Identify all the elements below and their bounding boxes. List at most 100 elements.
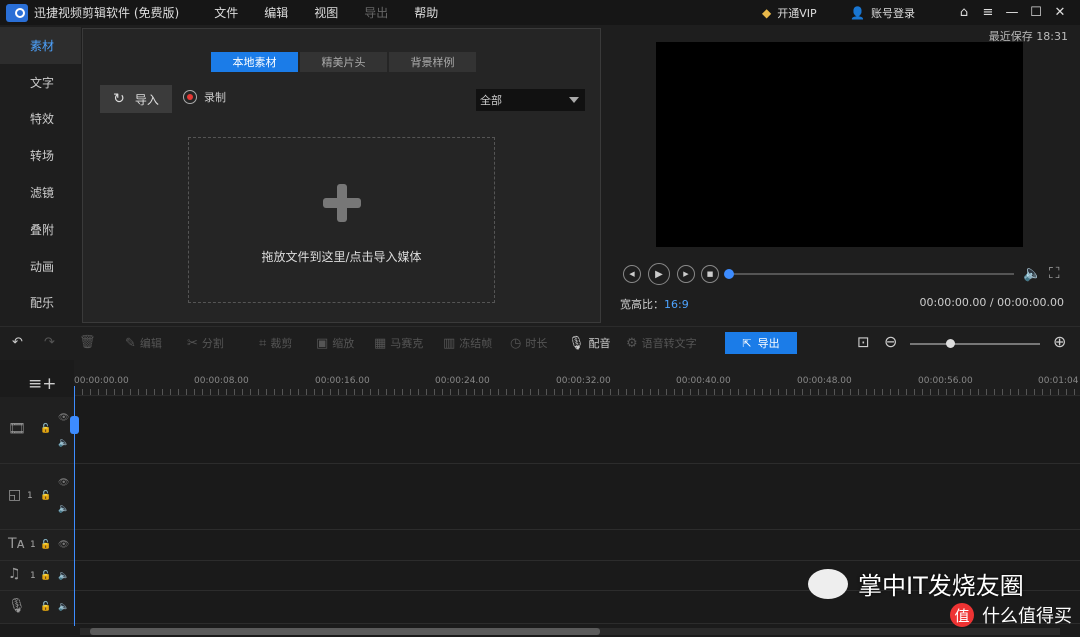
menu-export[interactable]: 导出 <box>364 4 388 21</box>
minimize-icon[interactable]: — <box>1000 5 1024 20</box>
eye-icon[interactable]: 👁 <box>58 478 69 488</box>
music-track-header: ♫ 1 🔓 🔈 <box>0 561 74 591</box>
menu-view[interactable]: 视图 <box>314 4 338 21</box>
pip-track[interactable] <box>74 464 1080 530</box>
duration-button[interactable]: ◷ 时长 <box>510 335 547 351</box>
maximize-icon[interactable]: ☐ <box>1024 5 1048 20</box>
menu-icon[interactable]: ≡ <box>976 5 1000 20</box>
freeze-frame-button[interactable]: ▥ 冻结帧 <box>443 335 492 351</box>
add-track-icon[interactable]: ≡+ <box>28 374 57 394</box>
lock-icon[interactable]: 🔓 <box>40 540 51 550</box>
sidebar-item-material[interactable]: 素材 <box>0 27 81 64</box>
record-button[interactable]: 录制 <box>183 89 226 105</box>
playhead-handle[interactable] <box>70 416 79 434</box>
media-filter-select[interactable]: 全部 <box>476 89 585 111</box>
split-button[interactable]: ✂ 分割 <box>187 335 224 351</box>
login-label: 账号登录 <box>870 6 915 20</box>
sidebar: 素材 文字 特效 转场 滤镜 叠附 动画 配乐 <box>0 27 81 323</box>
volume-icon[interactable]: 🔈 <box>1023 264 1042 282</box>
delete-icon[interactable]: 🗑 <box>79 335 100 350</box>
text-track[interactable] <box>74 530 1080 561</box>
track-number: 1 <box>27 491 33 501</box>
zoom-slider-knob[interactable] <box>946 339 955 348</box>
fullscreen-icon[interactable]: ⛶ <box>1049 264 1060 282</box>
redo-icon[interactable]: ↷ <box>44 335 59 350</box>
scrollbar-thumb[interactable] <box>90 628 600 635</box>
login-button[interactable]: 👤 账号登录 <box>850 0 915 25</box>
zoom-out-icon[interactable]: ⊖ <box>884 332 901 351</box>
clock-icon: ◷ <box>510 335 522 351</box>
timeline-scrollbar[interactable] <box>80 628 1060 635</box>
crop-button[interactable]: ⌗ 裁剪 <box>259 335 292 351</box>
speech-label: 语音转文字 <box>641 337 697 350</box>
eye-icon[interactable]: 👁 <box>58 540 69 550</box>
ruler-tick-label: 00:00:40.00 <box>676 376 731 386</box>
vip-button[interactable]: ◆ 开通VIP <box>762 0 817 25</box>
media-drop-zone[interactable]: 拖放文件到这里/点击导入媒体 <box>188 137 495 303</box>
sidebar-item-music[interactable]: 配乐 <box>0 285 81 322</box>
speech-to-text-button[interactable]: ⚙ 语音转文字 <box>626 335 697 351</box>
sidebar-item-transitions[interactable]: 转场 <box>0 137 81 174</box>
text-track-header: Tᴀ 1 🔓 👁 <box>0 530 74 561</box>
eye-icon[interactable]: 👁 <box>58 413 69 423</box>
sidebar-item-animation[interactable]: 动画 <box>0 248 81 285</box>
lock-icon[interactable]: 🔓 <box>40 571 51 581</box>
crop-label: 裁剪 <box>270 337 293 350</box>
speaker-icon[interactable]: 🔈 <box>58 571 69 581</box>
dub-button[interactable]: 🎙 配音 <box>568 335 611 351</box>
speaker-icon[interactable]: 🔈 <box>58 438 69 448</box>
lock-icon[interactable]: 🔓 <box>40 602 51 612</box>
close-icon[interactable]: ✕ <box>1048 5 1072 20</box>
import-button[interactable]: ↻ 导入 <box>100 85 172 113</box>
watermark-sub-text: 什么值得买 <box>982 606 1072 627</box>
stop-icon[interactable]: ■ <box>701 265 719 283</box>
prev-frame-icon[interactable]: ◀ <box>623 265 641 283</box>
split-label: 分割 <box>201 337 224 350</box>
seek-knob[interactable] <box>724 269 734 279</box>
export-button[interactable]: ⇱ 导出 <box>725 332 797 354</box>
tab-intros[interactable]: 精美片头 <box>300 52 387 72</box>
user-icon: 👤 <box>850 5 865 20</box>
vip-label: 开通VIP <box>777 6 817 20</box>
play-icon[interactable]: ▶ <box>648 263 670 285</box>
next-frame-icon[interactable]: ▶ <box>677 265 695 283</box>
home-icon[interactable]: ⌂ <box>952 5 976 20</box>
sidebar-item-overlay[interactable]: 叠附 <box>0 211 81 248</box>
lock-icon[interactable]: 🔓 <box>40 491 51 501</box>
speaker-icon[interactable]: 🔈 <box>58 602 69 612</box>
preview-screen <box>656 42 1023 247</box>
edit-toolbar: ↶ ↷ 🗑 ✎ 编辑 ✂ 分割 ⌗ 裁剪 ▣ 缩放 ▦ 马赛克 ▥ 冻结帧 ◷ 时长 🎙 配音 … <box>0 326 1080 358</box>
edit-button[interactable]: ✎ 编辑 <box>125 335 162 351</box>
mosaic-icon: ▦ <box>374 335 387 351</box>
ruler-tick-label: 00:00:00.00 <box>74 376 129 386</box>
ruler-tick-label: 00:00:48.00 <box>797 376 852 386</box>
tab-backgrounds[interactable]: 背景样例 <box>389 52 476 72</box>
sidebar-item-filters[interactable]: 滤镜 <box>0 174 81 211</box>
media-filter-value: 全部 <box>480 94 502 107</box>
lock-icon[interactable]: 🔓 <box>40 424 51 434</box>
zoom-in-icon[interactable]: ⊕ <box>1053 332 1070 351</box>
pip-icon: ◱ <box>8 487 22 503</box>
undo-icon[interactable]: ↶ <box>12 335 27 350</box>
video-track[interactable] <box>74 397 1080 464</box>
menu-help[interactable]: 帮助 <box>414 4 438 21</box>
seek-bar[interactable] <box>724 269 1014 279</box>
drop-zone-text: 拖放文件到这里/点击导入媒体 <box>261 249 422 264</box>
speaker-icon[interactable]: 🔈 <box>58 504 69 514</box>
sidebar-item-effects[interactable]: 特效 <box>0 101 81 138</box>
aspect-ratio-value: 16:9 <box>664 298 689 311</box>
text-track-icon: Tᴀ <box>8 536 25 552</box>
sidebar-item-text[interactable]: 文字 <box>0 64 81 101</box>
tab-local-media[interactable]: 本地素材 <box>211 52 298 72</box>
import-icon: ↻ <box>113 91 125 107</box>
zoom-button[interactable]: ▣ 缩放 <box>316 335 354 351</box>
mosaic-button[interactable]: ▦ 马赛克 <box>374 335 423 351</box>
fit-icon[interactable]: ⊡ <box>857 333 874 351</box>
zoom-slider[interactable] <box>910 339 1040 348</box>
aspect-ratio[interactable]: 宽高比：16:9 <box>620 296 689 312</box>
time-ruler[interactable]: 00:00:00.00 00:00:08.00 00:00:16.00 00:0… <box>74 360 1080 396</box>
menu-edit[interactable]: 编辑 <box>264 4 288 21</box>
menu-file[interactable]: 文件 <box>214 4 238 21</box>
ruler-tick-label: 00:00:08.00 <box>194 376 249 386</box>
film-icon: 🎞 <box>8 421 26 437</box>
